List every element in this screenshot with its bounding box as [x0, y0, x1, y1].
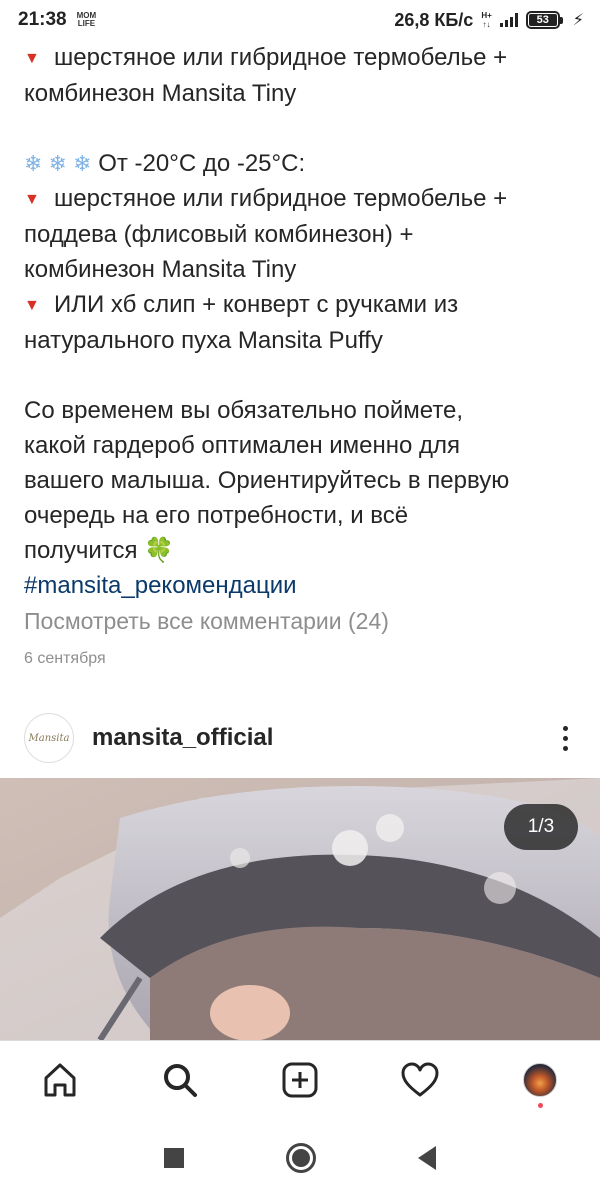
- status-time: 21:38: [18, 9, 67, 30]
- status-bar: 21:38 MOM LIFE 26,8 КБ/с H+ ↑↓ 53 ⚡: [0, 0, 600, 40]
- post-caption: ▼ шерстяное или гибридное термобелье + ко…: [24, 40, 576, 603]
- signal-icon: [499, 13, 518, 27]
- net-speed: 26,8 КБ/с: [394, 9, 474, 30]
- carrier-badge-icon: MOM LIFE: [76, 11, 97, 28]
- caption-line: поддева (флисовый комбинезон) +: [24, 221, 414, 248]
- caption-line: ▼ шерстяное или гибридное термобелье +: [24, 181, 576, 217]
- carousel-counter: 1/3: [504, 804, 578, 850]
- battery-level: 53: [528, 14, 557, 26]
- post-date: 6 сентября: [24, 650, 106, 667]
- caption-line: вашего малыша. Ориентируйтесь в первую: [24, 467, 510, 494]
- activity-heart-icon[interactable]: [390, 1050, 450, 1110]
- notification-dot: [538, 1102, 543, 1108]
- status-left: 21:38 MOM LIFE: [18, 9, 96, 31]
- battery-icon: 53: [525, 11, 563, 29]
- network-type-icon: H+ ↑↓: [481, 11, 492, 29]
- system-nav: [0, 1118, 600, 1198]
- recents-icon[interactable]: [164, 1148, 184, 1168]
- caption-line: ▼ шерстяное или гибридное термобелье +: [24, 40, 576, 76]
- home-circle-icon[interactable]: [286, 1143, 316, 1173]
- caption-line: ▼ ИЛИ хб слип + конверт с ручками из: [24, 287, 576, 323]
- clover-icon: 🍀: [144, 537, 175, 564]
- snowflake-icon: ❄ ❄ ❄: [24, 151, 92, 176]
- new-post-icon[interactable]: [270, 1050, 330, 1110]
- search-icon[interactable]: [150, 1050, 210, 1110]
- caption-line: Со временем вы обязательно поймете,: [24, 397, 464, 424]
- red-triangle-icon: ▼: [24, 297, 40, 314]
- profile-tab[interactable]: [510, 1050, 570, 1110]
- post-header: Mansita mansita_official: [0, 708, 600, 768]
- red-triangle-icon: ▼: [24, 191, 40, 208]
- account-avatar[interactable]: Mansita: [24, 713, 74, 763]
- account-username[interactable]: mansita_official: [92, 724, 273, 752]
- home-icon[interactable]: [30, 1050, 90, 1110]
- hashtag-link[interactable]: #mansita_рекомендации: [24, 568, 576, 603]
- caption-line: комбинезон Mansita Tiny: [24, 256, 297, 283]
- caption-line: натурального пуха Mansita Puffy: [24, 327, 383, 354]
- caption-line: комбинезон Mansita Tiny: [24, 80, 297, 107]
- view-all-comments-link[interactable]: Посмотреть все комментарии (24): [24, 608, 389, 635]
- red-triangle-icon: ▼: [24, 50, 40, 67]
- status-right: 26,8 КБ/с H+ ↑↓ 53 ⚡: [394, 10, 584, 31]
- caption-line: получится 🍀: [24, 537, 175, 564]
- more-options-icon[interactable]: [555, 722, 576, 755]
- profile-avatar: [523, 1062, 557, 1097]
- back-icon[interactable]: [418, 1146, 436, 1170]
- bottom-nav: [0, 1040, 600, 1118]
- caption-line: какой гардероб оптимален именно для: [24, 432, 461, 459]
- caption-range: ❄ ❄ ❄ От -20°C до -25°C:: [24, 150, 306, 177]
- charging-icon: ⚡: [572, 12, 584, 29]
- caption-line: очередь на его потребности, и всё: [24, 502, 409, 529]
